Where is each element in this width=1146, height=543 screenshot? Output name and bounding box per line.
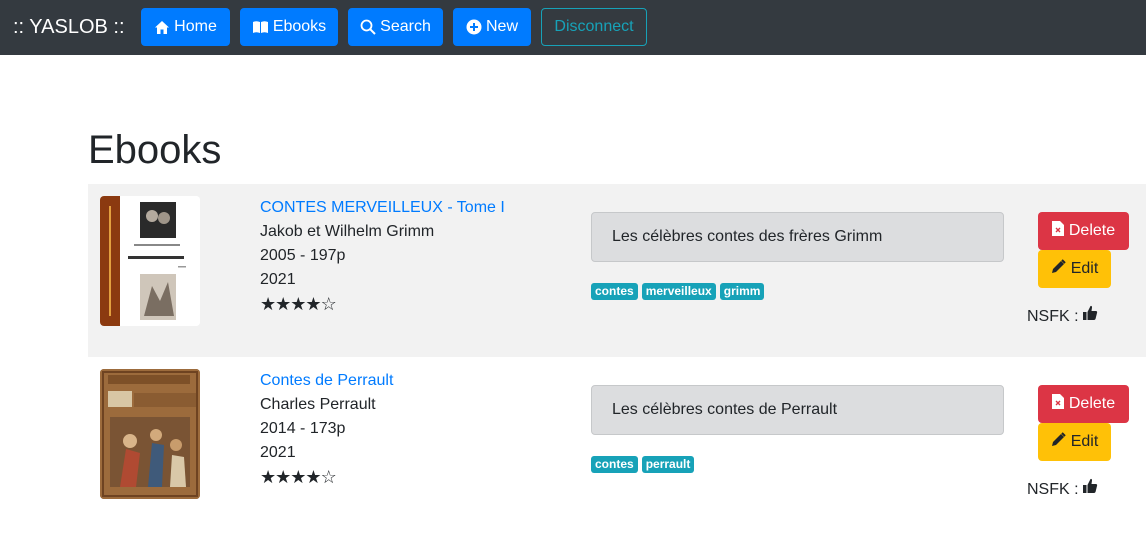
navbar: :: YASLOB :: Home Ebooks Search New Disc… bbox=[0, 0, 1146, 55]
delete-label: Delete bbox=[1068, 395, 1116, 412]
new-button[interactable]: New bbox=[453, 8, 531, 46]
tag-badge[interactable]: perrault bbox=[641, 456, 695, 473]
home-icon bbox=[154, 20, 170, 35]
ebook-title-link[interactable]: CONTES MERVEILLEUX - Tome I bbox=[260, 197, 505, 219]
search-label: Search bbox=[380, 18, 431, 35]
edit-label: Edit bbox=[1070, 260, 1099, 277]
star-filled-icon: ★ bbox=[305, 294, 321, 314]
ebook-summary: Les célèbres contes de Perrault bbox=[591, 385, 1004, 435]
edit-label: Edit bbox=[1070, 433, 1099, 450]
star-filled-icon: ★ bbox=[260, 467, 276, 487]
edit-button[interactable]: Edit bbox=[1038, 423, 1111, 461]
book-cover[interactable] bbox=[100, 369, 200, 499]
tag-badge[interactable]: grimm bbox=[719, 283, 765, 300]
tag-badge[interactable]: contes bbox=[591, 456, 638, 473]
file-delete-icon bbox=[1051, 221, 1064, 241]
nsfk-indicator: NSFK : bbox=[1027, 305, 1098, 328]
disconnect-button[interactable]: Disconnect bbox=[541, 8, 647, 46]
search-button[interactable]: Search bbox=[348, 8, 443, 46]
brand[interactable]: :: YASLOB :: bbox=[13, 14, 125, 40]
book-cover[interactable] bbox=[100, 196, 200, 326]
star-empty-icon: ☆ bbox=[320, 467, 337, 487]
ebook-added-year: 2021 bbox=[260, 271, 296, 288]
thumbs-up-icon bbox=[1082, 478, 1098, 501]
file-delete-icon bbox=[1051, 394, 1064, 414]
delete-button[interactable]: Delete bbox=[1038, 385, 1129, 423]
book-icon bbox=[252, 20, 269, 34]
delete-label: Delete bbox=[1068, 222, 1116, 239]
star-filled-icon: ★ bbox=[275, 467, 291, 487]
home-label: Home bbox=[174, 18, 217, 35]
ebook-year-pages: 2014 - 173p bbox=[260, 420, 346, 437]
delete-button[interactable]: Delete bbox=[1038, 212, 1129, 250]
star-filled-icon: ★ bbox=[290, 294, 306, 314]
ebook-added-year: 2021 bbox=[260, 444, 296, 461]
nsfk-label: NSFK : bbox=[1027, 307, 1079, 325]
ebook-author: Charles Perrault bbox=[260, 396, 376, 413]
pencil-icon bbox=[1051, 432, 1066, 452]
ebook-row: Contes de Perrault Charles Perrault 2014… bbox=[88, 357, 1146, 530]
ebooks-button[interactable]: Ebooks bbox=[240, 8, 338, 46]
edit-button[interactable]: Edit bbox=[1038, 250, 1111, 288]
nsfk-label: NSFK : bbox=[1027, 480, 1079, 498]
tag-list: contes merveilleux grimm bbox=[591, 283, 765, 300]
tag-badge[interactable]: merveilleux bbox=[641, 283, 716, 300]
ebook-summary: Les célèbres contes des frères Grimm bbox=[591, 212, 1004, 262]
ebook-row: CONTES MERVEILLEUX - Tome I Jakob et Wil… bbox=[88, 184, 1146, 357]
ebook-year-pages: 2005 - 197p bbox=[260, 247, 346, 264]
thumbs-up-icon bbox=[1082, 305, 1098, 328]
search-icon bbox=[360, 19, 376, 35]
home-button[interactable]: Home bbox=[141, 8, 230, 46]
star-filled-icon: ★ bbox=[275, 294, 291, 314]
tag-list: contes perrault bbox=[591, 456, 695, 473]
ebook-author: Jakob et Wilhelm Grimm bbox=[260, 223, 435, 240]
star-filled-icon: ★ bbox=[290, 467, 306, 487]
ebooks-label: Ebooks bbox=[272, 18, 327, 35]
rating-stars: ★★★★☆ bbox=[260, 466, 337, 488]
tag-badge[interactable]: contes bbox=[591, 283, 638, 300]
star-empty-icon: ☆ bbox=[320, 294, 337, 314]
rating-stars: ★★★★☆ bbox=[260, 293, 337, 315]
star-filled-icon: ★ bbox=[260, 294, 276, 314]
page-title: Ebooks bbox=[88, 128, 222, 172]
nsfk-indicator: NSFK : bbox=[1027, 478, 1098, 501]
ebook-title-link[interactable]: Contes de Perrault bbox=[260, 370, 393, 392]
star-filled-icon: ★ bbox=[305, 467, 321, 487]
new-label: New bbox=[485, 18, 518, 35]
pencil-icon bbox=[1051, 259, 1066, 279]
plus-circle-icon bbox=[466, 19, 482, 35]
